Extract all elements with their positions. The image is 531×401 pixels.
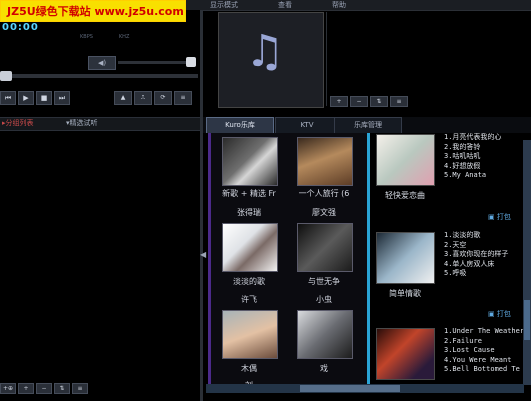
menu-help[interactable]: 帮助 <box>332 0 346 10</box>
album-cover[interactable] <box>222 137 278 186</box>
track[interactable]: 4.You Were Meant <box>444 356 524 366</box>
progress-track[interactable] <box>0 74 198 78</box>
track[interactable]: 2.Failure <box>444 337 524 347</box>
track[interactable]: 4.好想放假 <box>444 162 501 172</box>
sort-icon[interactable]: ⇅ <box>54 383 70 394</box>
track-list: 1.Under The Weather 2.Failure 3.Lost Cau… <box>444 327 524 375</box>
track-list: 1.淡淡的歌 2.天空 3.喜欢你现在的样子 4.单人房双人床 5.呼吸 <box>444 231 508 279</box>
menu-view[interactable]: 查看 <box>278 0 292 10</box>
album-artist[interactable]: 许飞 <box>213 294 285 305</box>
volume-icon[interactable]: ◀) <box>88 56 116 70</box>
album-cover[interactable] <box>297 223 353 272</box>
vis-list-icon[interactable]: ≡ <box>390 96 408 107</box>
audio-specs: KBPS KHZ <box>80 34 129 40</box>
track[interactable]: 1.月亮代表我的心 <box>444 133 501 143</box>
music-note-icon: ♫ <box>245 26 285 77</box>
prev-button[interactable]: ⏮ <box>0 91 16 105</box>
transport-controls: ⏮ ▶ ■ ⏭ ▲ ⎍ ⟳ ≡ <box>0 91 200 105</box>
vertical-scrollbar-thumb[interactable] <box>524 300 530 340</box>
volume-track[interactable] <box>118 61 196 64</box>
track[interactable]: 3.咕叽咕叽 <box>444 152 501 162</box>
album-artist[interactable]: 廖文强 <box>288 207 360 218</box>
list-icon[interactable]: ≡ <box>72 383 88 394</box>
album-artist[interactable]: 小虫 <box>288 294 360 305</box>
stop-button[interactable]: ■ <box>36 91 52 105</box>
playlist-cover[interactable] <box>376 134 435 186</box>
settings-icon[interactable]: ≡ <box>174 91 192 105</box>
playlist-title[interactable]: 简单情歌 <box>375 288 435 299</box>
tab-library-manage[interactable]: 乐库管理 <box>334 117 402 134</box>
add-icon[interactable]: +⊕ <box>0 383 16 394</box>
package-icon: ▣ <box>488 310 497 318</box>
vis-sort-icon[interactable]: ⇅ <box>370 96 388 107</box>
album-artist[interactable]: 张得瑞 <box>213 207 285 218</box>
track[interactable]: 3.Lost Cause <box>444 346 524 356</box>
album-cover[interactable] <box>222 223 278 272</box>
pack-button[interactable]: ▣ 打包 <box>488 212 511 222</box>
pack-button[interactable]: ▣ 打包 <box>488 309 511 319</box>
playlist-cover[interactable] <box>376 232 435 284</box>
album-title[interactable]: 新歌 + 精选 Fr <box>213 188 285 199</box>
vertical-scrollbar[interactable] <box>523 140 531 385</box>
package-icon: ▣ <box>488 213 497 221</box>
album-cover[interactable] <box>222 310 278 359</box>
track[interactable]: 5.呼吸 <box>444 269 508 279</box>
track[interactable]: 2.我的答铃 <box>444 143 501 153</box>
mode-icon[interactable]: ⎍ <box>134 91 152 105</box>
visualizer-area <box>326 12 531 106</box>
play-button[interactable]: ▶ <box>18 91 34 105</box>
tab-kuro-library[interactable]: Kuro乐库 <box>206 117 274 133</box>
tab-group-list[interactable]: ▸分组列表 <box>2 117 34 129</box>
pack-label: 打包 <box>496 310 511 318</box>
horizontal-scrollbar-thumb[interactable] <box>300 385 400 392</box>
track[interactable]: 1.淡淡的歌 <box>444 231 508 241</box>
track[interactable]: 5.Bell Bottomed Te <box>444 365 524 375</box>
playlist-title[interactable]: 轻快爱恋曲 <box>375 190 435 201</box>
time-display: 00:00 <box>2 22 39 33</box>
album-cover[interactable] <box>297 137 353 186</box>
menu-display-mode[interactable]: 显示模式 <box>210 0 238 10</box>
track-list: 1.月亮代表我的心 2.我的答铃 3.咕叽咕叽 4.好想放假 5.My Anat… <box>444 133 501 181</box>
plus-icon[interactable]: + <box>18 383 34 394</box>
visualizer-controls: + − ⇅ ≡ <box>330 96 408 107</box>
tab-featured[interactable]: ▾精选试听 <box>66 117 98 129</box>
track[interactable]: 4.单人房双人床 <box>444 260 508 270</box>
vis-minus-icon[interactable]: − <box>350 96 368 107</box>
list-toolbar: +⊕ + − ⇅ ≡ <box>0 383 200 394</box>
watermark-banner: JZ5U绿色下载站 www.jz5u.com <box>0 0 186 22</box>
kbps-label: KBPS <box>80 34 93 40</box>
track[interactable]: 3.喜欢你现在的样子 <box>444 250 508 260</box>
track[interactable]: 1.Under The Weather <box>444 327 524 337</box>
tab-featured-label: 精选试听 <box>69 119 98 127</box>
khz-label: KHZ <box>118 34 130 40</box>
volume-knob[interactable] <box>186 57 196 67</box>
splitter[interactable] <box>200 10 203 401</box>
track[interactable]: 5.My Anata <box>444 171 501 181</box>
album-title[interactable]: 一个人旅行 (6 <box>288 188 360 199</box>
playlist-cover[interactable] <box>376 328 435 380</box>
tab-group-label: 分组列表 <box>5 119 34 127</box>
tab-ktv[interactable]: KTV <box>275 117 339 134</box>
progress-knob[interactable] <box>0 71 12 81</box>
loop-icon[interactable]: ⟳ <box>154 91 172 105</box>
album-title[interactable]: 戏 <box>288 363 360 374</box>
album-title[interactable]: 木偶 <box>213 363 285 374</box>
vis-add-icon[interactable]: + <box>330 96 348 107</box>
album-title[interactable]: 与世无争 <box>288 276 360 287</box>
pack-label: 打包 <box>496 213 511 221</box>
next-button[interactable]: ⏭ <box>54 91 70 105</box>
minus-icon[interactable]: − <box>36 383 52 394</box>
album-title[interactable]: 淡淡的歌 <box>213 276 285 287</box>
collapse-arrow-icon[interactable]: ◀ <box>200 250 206 259</box>
menu-bar: 显示模式 查看 帮助 <box>210 0 346 10</box>
eject-icon[interactable]: ▲ <box>114 91 132 105</box>
track[interactable]: 2.天空 <box>444 241 508 251</box>
album-cover[interactable] <box>297 310 353 359</box>
